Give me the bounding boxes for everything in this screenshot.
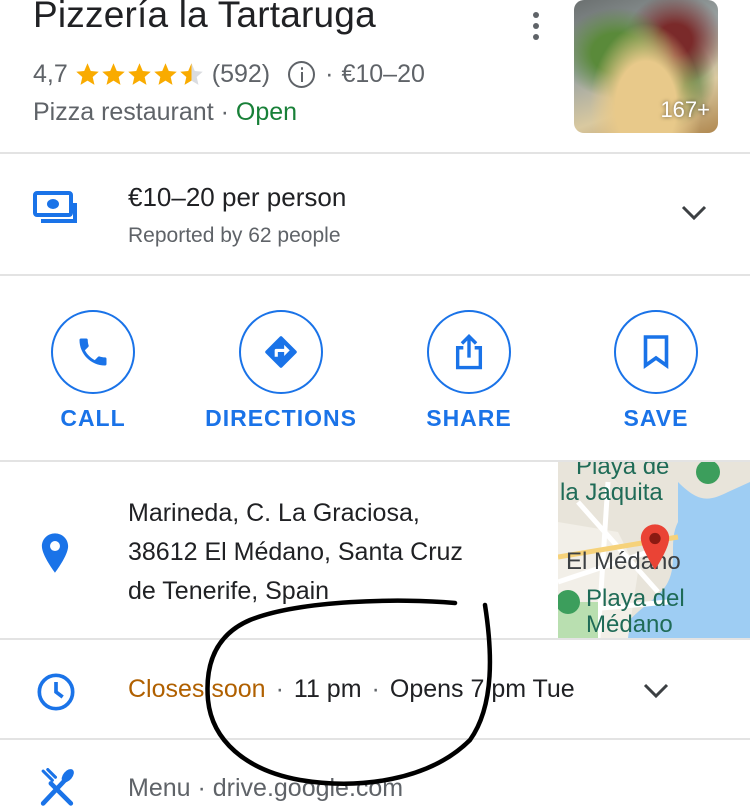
category-row: Pizza restaurant · Open (33, 98, 297, 127)
share-circle (427, 310, 511, 394)
address-row[interactable]: Marineda, C. La Graciosa, 38612 El Médan… (0, 462, 750, 638)
address-line: de Tenerife, Spain (128, 577, 330, 605)
info-icon[interactable] (288, 61, 316, 88)
action-buttons: CALL DIRECTIONS SHARE SAVE (0, 276, 750, 460)
address-line: Marineda, C. La Graciosa, (128, 499, 420, 527)
next-opening: Opens 7 pm Tue (389, 675, 575, 703)
price-row[interactable]: €10–20 per person Reported by 62 people (0, 154, 750, 274)
call-button[interactable]: CALL (8, 310, 178, 450)
open-status: Open (235, 98, 298, 126)
map-thumbnail[interactable]: Playa de la Jaquita El Médano Playa del … (558, 462, 750, 638)
close-time: 11 pm (293, 675, 362, 703)
share-label: SHARE (426, 405, 512, 431)
review-count[interactable]: (592) (212, 60, 270, 89)
dot-separator: · (275, 675, 284, 703)
star-rating (74, 61, 204, 88)
place-header: Pizzería la Tartaruga 4,7 (592) · €10–20… (0, 0, 750, 152)
call-label: CALL (60, 405, 126, 431)
map-pin-icon (640, 524, 670, 570)
star-icon (154, 63, 177, 85)
rating-value: 4,7 (33, 60, 68, 88)
clock-icon (37, 673, 75, 711)
directions-label: DIRECTIONS (205, 405, 357, 431)
address-text: Marineda, C. La Graciosa, 38612 El Médan… (128, 494, 538, 611)
chevron-down-icon[interactable] (680, 204, 708, 222)
dot-separator: · (371, 675, 380, 703)
location-pin-icon (41, 533, 69, 573)
directions-button[interactable]: DIRECTIONS (196, 310, 366, 450)
category-label: Pizza restaurant (33, 98, 214, 126)
dot-separator: · (325, 60, 334, 88)
call-circle (51, 310, 135, 394)
hours-row[interactable]: Closes soon · 11 pm · Opens 7 pm Tue (0, 640, 750, 738)
star-icon (102, 63, 125, 85)
map-label: Playa de (576, 462, 670, 480)
closes-soon-status: Closes soon (128, 675, 266, 703)
save-button[interactable]: SAVE (571, 310, 741, 450)
map-label: Playa del (586, 585, 685, 612)
star-half-icon (180, 63, 203, 85)
place-title: Pizzería la Tartaruga (33, 0, 376, 35)
price-per-person: €10–20 per person (128, 182, 347, 212)
save-circle (614, 310, 698, 394)
menu-row[interactable]: Menu · drive.google.com (0, 740, 750, 808)
map-label: la Jaquita (560, 479, 663, 506)
phone-icon (79, 338, 107, 366)
map-label-playa-jaquita: Playa de la Jaquita (560, 462, 670, 506)
menu-link[interactable]: Menu · drive.google.com (128, 774, 403, 803)
star-icon (76, 63, 99, 85)
price-range: €10–20 (341, 60, 425, 88)
map-label-playa-medano: Playa del Médano (586, 586, 685, 638)
share-button[interactable]: SHARE (384, 310, 554, 450)
share-icon (455, 334, 483, 370)
save-label: SAVE (623, 405, 689, 431)
directions-icon (265, 336, 297, 368)
address-line: 38612 El Médano, Santa Cruz (128, 538, 463, 566)
place-photo[interactable]: 167+ (574, 0, 718, 133)
map-label: Médano (586, 611, 673, 638)
price-reported-by: Reported by 62 people (128, 224, 341, 247)
chevron-down-icon[interactable] (642, 682, 670, 700)
photo-count: 167+ (660, 97, 710, 122)
money-icon (33, 191, 77, 223)
star-icon (128, 63, 151, 85)
directions-circle (239, 310, 323, 394)
hours-text: Closes soon · 11 pm · Opens 7 pm Tue (128, 675, 575, 704)
dot-separator: · (220, 98, 236, 126)
more-options-icon[interactable] (530, 12, 542, 40)
rating-row[interactable]: 4,7 (592) · €10–20 (33, 60, 425, 89)
restaurant-icon (40, 768, 74, 806)
bookmark-icon (643, 335, 669, 369)
